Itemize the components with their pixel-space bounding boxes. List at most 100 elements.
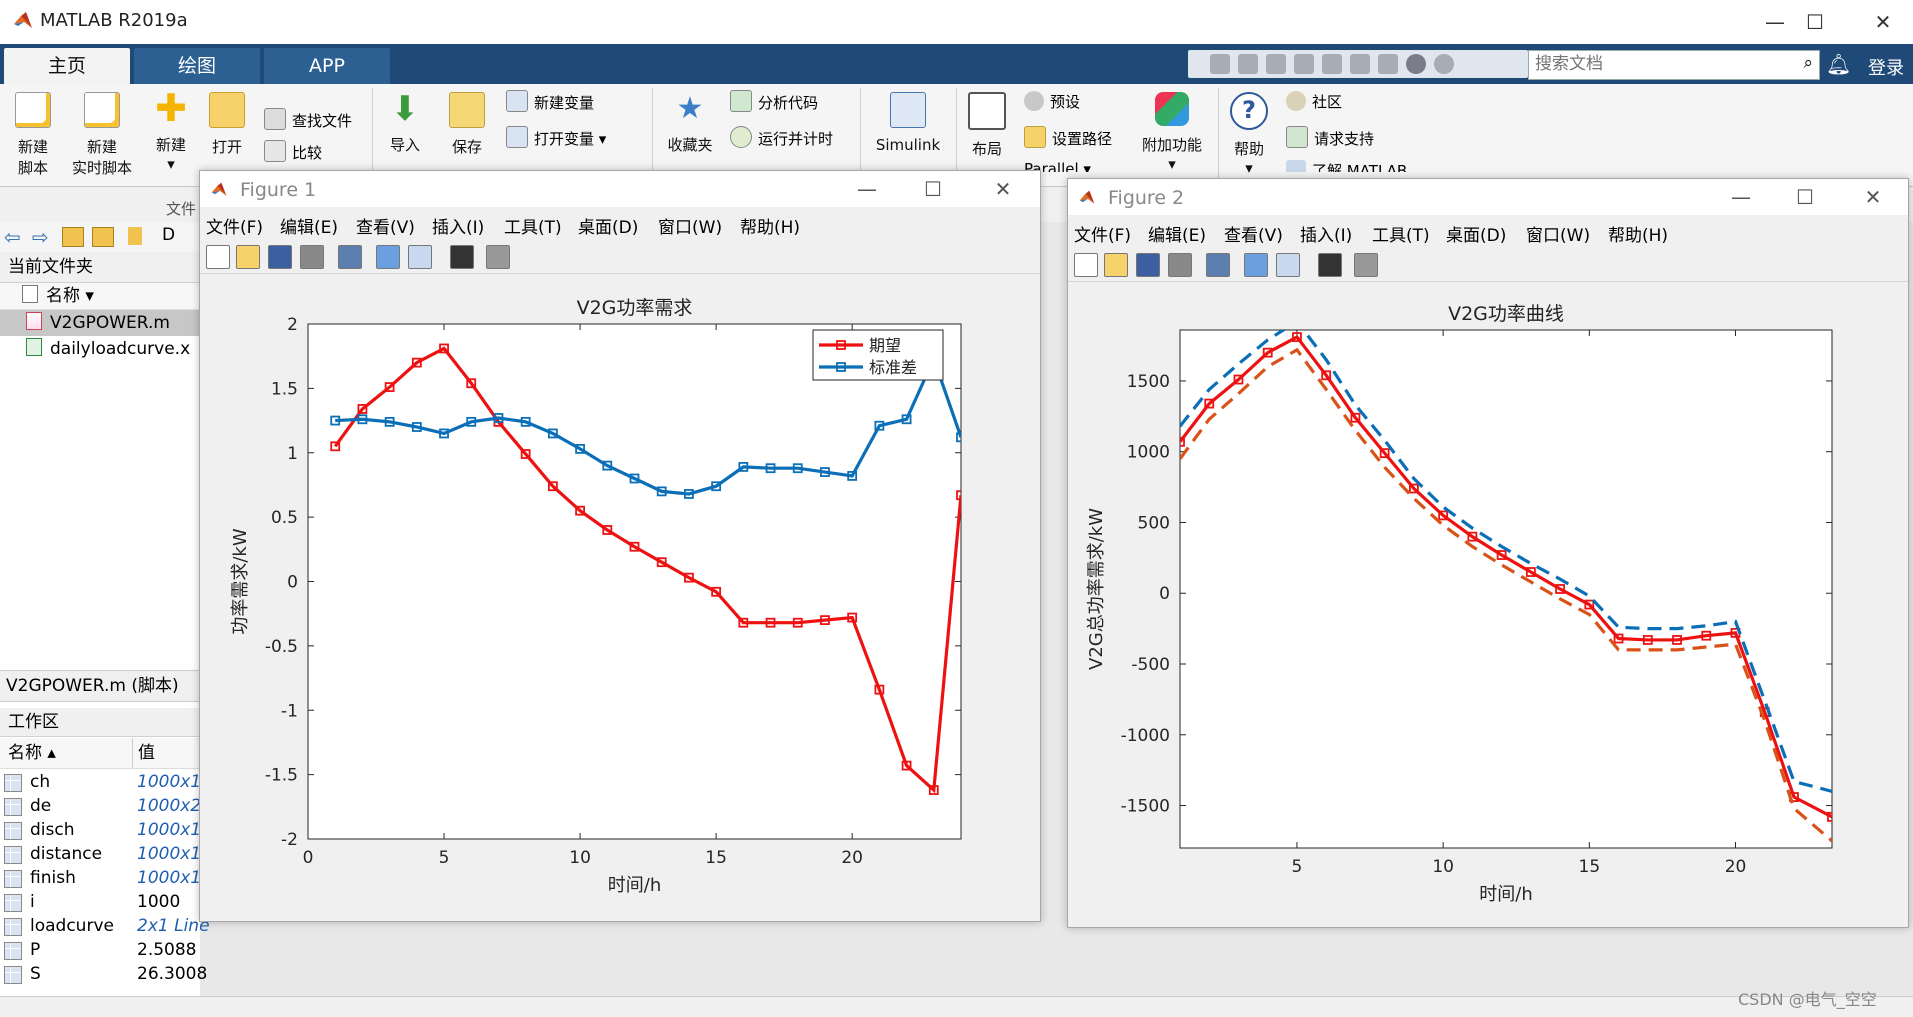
copy-icon[interactable] <box>1266 54 1286 74</box>
save-figure-icon[interactable] <box>1136 253 1160 277</box>
set-path-button[interactable]: 设置路径 <box>1024 126 1112 150</box>
link-plot-icon[interactable] <box>338 245 362 269</box>
preferences-button[interactable]: 预设 <box>1024 90 1080 114</box>
print-figure-icon[interactable] <box>300 245 324 269</box>
figure-2-maximize-button[interactable]: ☐ <box>1790 185 1820 209</box>
figure-menu-item[interactable]: 文件(F) <box>206 213 263 238</box>
notification-icon[interactable]: 🔔︎ <box>1826 52 1851 76</box>
figure-1-maximize-button[interactable]: ☐ <box>918 177 948 201</box>
workspace-variable-row[interactable]: finish 1000x1 <box>0 866 201 890</box>
switch-windows-icon[interactable] <box>1378 54 1398 74</box>
figure-menu-item[interactable]: 工具(T) <box>1372 221 1430 246</box>
help-button[interactable]: ? 帮助 ▾ <box>1226 92 1272 177</box>
new-live-script-button[interactable]: 新建 实时脚本 <box>66 92 138 178</box>
link-plot-icon[interactable] <box>1206 253 1230 277</box>
insert-colorbar-icon[interactable] <box>376 245 400 269</box>
figure-menu-item[interactable]: 插入(I) <box>432 213 484 238</box>
figure-menu-item[interactable]: 编辑(E) <box>1148 221 1206 246</box>
edit-plot-arrow-icon[interactable] <box>450 245 474 269</box>
learn-matlab-button[interactable]: 了解 MATLAB <box>1286 160 1407 172</box>
tab-apps[interactable]: APP <box>264 48 390 84</box>
property-inspector-icon[interactable] <box>1354 253 1378 277</box>
new-script-button[interactable]: 新建 脚本 <box>8 92 58 178</box>
save-icon[interactable] <box>1210 54 1230 74</box>
file-list-item[interactable]: dailyloadcurve.x <box>0 336 200 362</box>
figure-menu-item[interactable]: 查看(V) <box>1224 221 1283 246</box>
layout-button[interactable]: 布局 <box>962 92 1012 159</box>
compare-button[interactable]: 比较 <box>264 140 322 164</box>
figure-menu-item[interactable]: 桌面(D) <box>1446 221 1506 246</box>
analyze-code-button[interactable]: 分析代码 <box>730 90 818 114</box>
workspace-variable-row[interactable]: de 1000x2 <box>0 794 201 818</box>
figure-menu-item[interactable]: 窗口(W) <box>658 213 722 238</box>
figure-menu-item[interactable]: 窗口(W) <box>1526 221 1590 246</box>
search-documentation[interactable]: ⌕ <box>1528 50 1820 80</box>
figure-menu-item[interactable]: 插入(I) <box>1300 221 1352 246</box>
figure-2-minimize-button[interactable]: — <box>1726 185 1756 209</box>
save-workspace-button[interactable]: 保存 <box>444 92 490 157</box>
open-file-icon[interactable] <box>236 245 260 269</box>
workspace-value-column[interactable]: 值 <box>138 738 155 768</box>
figure-menu-item[interactable]: 桌面(D) <box>578 213 638 238</box>
figure-menu-item[interactable]: 帮助(H) <box>740 213 800 238</box>
import-data-button[interactable]: ⬇ 导入 <box>382 92 428 155</box>
favorites-button[interactable]: ★ 收藏夹 <box>662 92 718 155</box>
cut-icon[interactable] <box>1238 54 1258 74</box>
new-figure-icon[interactable] <box>206 245 230 269</box>
figure-menu-item[interactable]: 编辑(E) <box>280 213 338 238</box>
close-button[interactable]: ✕ <box>1863 8 1903 36</box>
dropdown-icon[interactable] <box>1434 54 1454 74</box>
browse-folder-icon[interactable] <box>92 227 114 247</box>
workspace-variable-row[interactable]: disch 1000x1 <box>0 818 201 842</box>
workspace-name-column[interactable]: 名称 ▴ <box>8 738 56 768</box>
figure-2-close-button[interactable]: ✕ <box>1858 185 1888 209</box>
save-figure-icon[interactable] <box>268 245 292 269</box>
figure-menu-item[interactable]: 文件(F) <box>1074 221 1131 246</box>
open-file-icon[interactable] <box>1104 253 1128 277</box>
workspace-variable-row[interactable]: loadcurve 2x1 Line <box>0 914 210 938</box>
figure-menu-item[interactable]: 工具(T) <box>504 213 562 238</box>
workspace-variable-row[interactable]: S 26.3008 <box>0 962 207 986</box>
login-link[interactable]: 登录 <box>1868 54 1904 80</box>
paste-icon[interactable] <box>1294 54 1314 74</box>
current-folder-column-header[interactable]: 名称 ▾ <box>0 283 200 310</box>
find-files-button[interactable]: 查找文件 <box>264 108 352 132</box>
addons-button[interactable]: 附加功能 ▾ <box>1136 92 1208 173</box>
search-input[interactable] <box>1529 51 1791 77</box>
figure-menu-item[interactable]: 查看(V) <box>356 213 415 238</box>
open-button[interactable]: 打开 <box>204 92 250 157</box>
up-folder-icon[interactable] <box>62 227 84 247</box>
new-variable-button[interactable]: 新建变量 <box>506 90 594 114</box>
workspace-variable-row[interactable]: i 1000 <box>0 890 200 914</box>
print-figure-icon[interactable] <box>1168 253 1192 277</box>
open-variable-button[interactable]: 打开变量 ▾ <box>506 126 606 150</box>
help-icon[interactable] <box>1406 54 1426 74</box>
forward-arrow-icon[interactable]: ⇨ <box>32 225 49 249</box>
insert-legend-icon[interactable] <box>1276 253 1300 277</box>
run-and-time-button[interactable]: 运行并计时 <box>730 126 833 150</box>
new-button[interactable]: ✚ 新建 ▾ <box>148 89 194 173</box>
search-icon[interactable]: ⌕ <box>1803 53 1813 73</box>
redo-icon[interactable] <box>1350 54 1370 74</box>
address-path[interactable]: D <box>162 225 175 245</box>
figure-1-minimize-button[interactable]: — <box>852 177 882 201</box>
workspace-variable-row[interactable]: ch 1000x1 <box>0 770 201 794</box>
workspace-variable-row[interactable]: P 2.5088 <box>0 938 200 962</box>
undo-icon[interactable] <box>1322 54 1342 74</box>
edit-plot-arrow-icon[interactable] <box>1318 253 1342 277</box>
tab-plots[interactable]: 绘图 <box>134 48 260 84</box>
new-figure-icon[interactable] <box>1074 253 1098 277</box>
insert-legend-icon[interactable] <box>408 245 432 269</box>
property-inspector-icon[interactable] <box>486 245 510 269</box>
tab-home[interactable]: 主页 <box>4 48 130 84</box>
minimize-button[interactable]: — <box>1755 8 1795 36</box>
workspace-variable-row[interactable]: distance 1000x1 <box>0 842 201 866</box>
community-button[interactable]: 社区 <box>1286 90 1342 114</box>
insert-colorbar-icon[interactable] <box>1244 253 1268 277</box>
maximize-button[interactable]: ☐ <box>1795 8 1835 36</box>
figure-menu-item[interactable]: 帮助(H) <box>1608 221 1668 246</box>
file-list-item[interactable]: V2GPOWER.m <box>0 310 200 336</box>
request-support-button[interactable]: 请求支持 <box>1286 126 1374 150</box>
simulink-button[interactable]: Simulink <box>870 92 946 154</box>
figure-1-close-button[interactable]: ✕ <box>988 177 1018 201</box>
